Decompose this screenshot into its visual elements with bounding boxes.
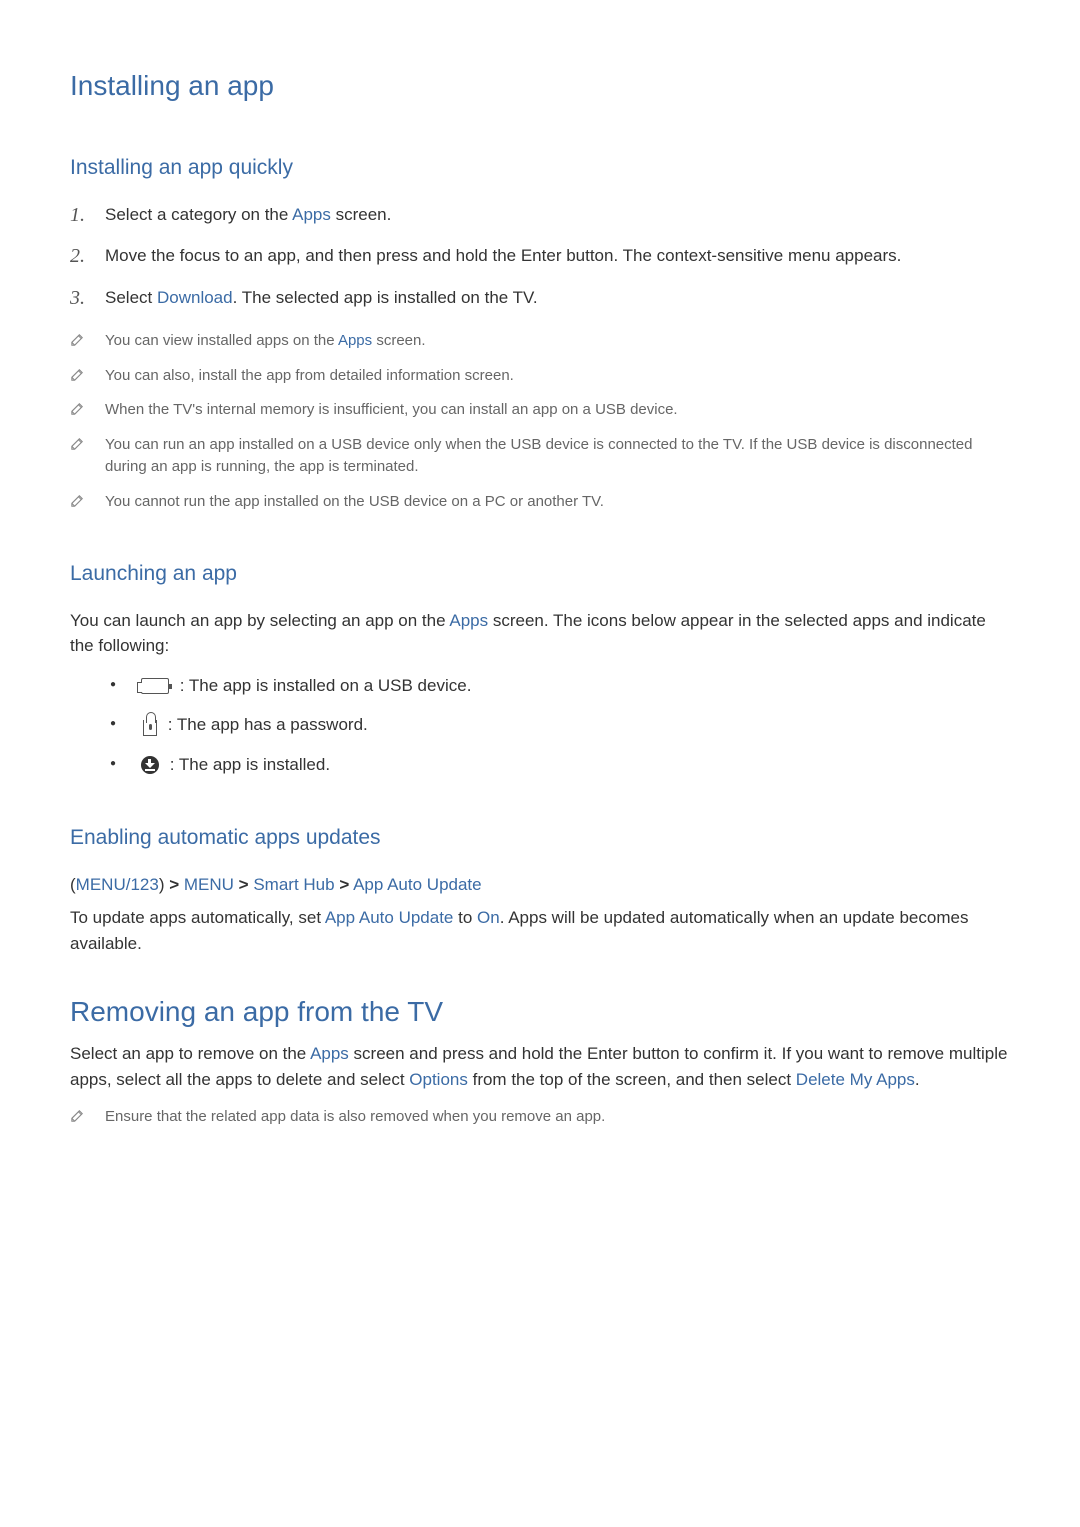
text-fragment: screen. bbox=[331, 205, 391, 224]
note-text: You cannot run the app installed on the … bbox=[105, 493, 604, 510]
step-number: 1. bbox=[70, 200, 85, 230]
heading-installing-quickly: Installing an app quickly bbox=[70, 152, 1010, 184]
launch-paragraph: You can launch an app by selecting an ap… bbox=[70, 608, 1010, 659]
chevron-right-icon: > bbox=[339, 875, 349, 894]
legend-usb: : The app is installed on a USB device. bbox=[110, 673, 1010, 699]
text-fragment: You can launch an app by selecting an ap… bbox=[70, 611, 449, 630]
apps-label: Apps bbox=[310, 1044, 349, 1063]
note-text: You can run an app installed on a USB de… bbox=[105, 436, 973, 476]
note-text: You can also, install the app from detai… bbox=[105, 367, 514, 384]
install-steps-list: 1. Select a category on the Apps screen.… bbox=[70, 202, 1010, 311]
delete-my-apps-label: Delete My Apps bbox=[796, 1070, 915, 1089]
step-number: 2. bbox=[70, 241, 85, 271]
installed-icon bbox=[141, 756, 159, 774]
text-fragment: Select a category on the bbox=[105, 205, 292, 224]
icon-legend-list: : The app is installed on a USB device. … bbox=[110, 673, 1010, 778]
text-fragment: Select an app to remove on the bbox=[70, 1044, 310, 1063]
step-1-text: Select a category on the Apps screen. bbox=[105, 205, 391, 224]
on-label: On bbox=[477, 908, 500, 927]
path-segment: MENU bbox=[184, 875, 234, 894]
note-text: When the TV's internal memory is insuffi… bbox=[105, 401, 678, 418]
apps-label: Apps bbox=[292, 205, 331, 224]
step-2: 2. Move the focus to an app, and then pr… bbox=[70, 243, 1010, 269]
legend-installed: : The app is installed. bbox=[110, 752, 1010, 778]
text-fragment: screen. bbox=[372, 332, 425, 349]
chevron-right-icon: > bbox=[169, 875, 179, 894]
path-segment: App Auto Update bbox=[353, 875, 482, 894]
usb-icon bbox=[141, 678, 169, 694]
step-number: 3. bbox=[70, 283, 85, 313]
text-fragment: . The selected app is installed on the T… bbox=[233, 288, 538, 307]
pencil-icon bbox=[70, 493, 85, 508]
text-fragment: . bbox=[915, 1070, 920, 1089]
text-fragment: You can view installed apps on the bbox=[105, 332, 338, 349]
step-2-text: Move the focus to an app, and then press… bbox=[105, 246, 901, 265]
legend-text: : The app is installed. bbox=[165, 755, 330, 774]
pencil-icon bbox=[70, 332, 85, 347]
note-3: When the TV's internal memory is insuffi… bbox=[70, 399, 1010, 422]
heading-installing-app: Installing an app bbox=[70, 65, 1010, 107]
options-label: Options bbox=[409, 1070, 468, 1089]
note-text: Ensure that the related app data is also… bbox=[105, 1108, 605, 1125]
notes-list: You can view installed apps on the Apps … bbox=[70, 330, 1010, 513]
pencil-icon bbox=[70, 401, 85, 416]
legend-text: : The app has a password. bbox=[163, 715, 368, 734]
lock-icon bbox=[143, 720, 157, 736]
legend-lock: : The app has a password. bbox=[110, 712, 1010, 738]
note-4: You can run an app installed on a USB de… bbox=[70, 434, 1010, 479]
path-segment: Smart Hub bbox=[253, 875, 334, 894]
heading-removing-app: Removing an app from the TV bbox=[70, 991, 1010, 1033]
heading-auto-updates: Enabling automatic apps updates bbox=[70, 822, 1010, 854]
pencil-icon bbox=[70, 367, 85, 382]
step-1: 1. Select a category on the Apps screen. bbox=[70, 202, 1010, 228]
step-3-text: Select Download. The selected app is ins… bbox=[105, 288, 538, 307]
text-fragment: to bbox=[453, 908, 477, 927]
pencil-icon bbox=[70, 1108, 85, 1123]
legend-text: : The app is installed on a USB device. bbox=[175, 676, 471, 695]
remove-note: Ensure that the related app data is also… bbox=[70, 1106, 1010, 1129]
apps-label: Apps bbox=[338, 332, 372, 349]
download-label: Download bbox=[157, 288, 233, 307]
step-3: 3. Select Download. The selected app is … bbox=[70, 285, 1010, 311]
path-segment: MENU/123 bbox=[76, 875, 159, 894]
text-fragment: from the top of the screen, and then sel… bbox=[468, 1070, 796, 1089]
text-fragment: To update apps automatically, set bbox=[70, 908, 325, 927]
auto-update-paragraph: To update apps automatically, set App Au… bbox=[70, 905, 1010, 956]
text-fragment: Select bbox=[105, 288, 157, 307]
apps-label: Apps bbox=[449, 611, 488, 630]
heading-launching-app: Launching an app bbox=[70, 558, 1010, 590]
note-1: You can view installed apps on the Apps … bbox=[70, 330, 1010, 353]
pencil-icon bbox=[70, 436, 85, 451]
menu-path: (MENU/123) > MENU > Smart Hub > App Auto… bbox=[70, 872, 1010, 898]
remove-paragraph: Select an app to remove on the Apps scre… bbox=[70, 1041, 1010, 1092]
note-5: You cannot run the app installed on the … bbox=[70, 491, 1010, 514]
note-2: You can also, install the app from detai… bbox=[70, 365, 1010, 388]
app-auto-update-label: App Auto Update bbox=[325, 908, 454, 927]
chevron-right-icon: > bbox=[239, 875, 249, 894]
